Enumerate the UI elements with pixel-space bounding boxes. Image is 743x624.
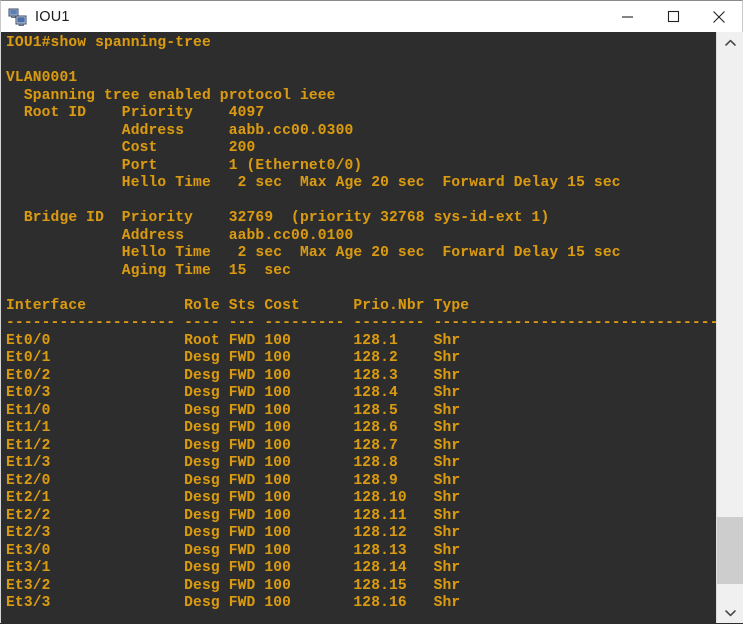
chevron-down-icon <box>724 610 736 617</box>
terminal-screen[interactable]: IOU1#show spanning-tree VLAN0001 Spannin… <box>0 32 743 624</box>
putty-terminal-window: IOU1 IOU1#show spanning-tree VLAN0001 Sp… <box>0 0 743 624</box>
minimize-button[interactable] <box>604 1 650 32</box>
maximize-button[interactable] <box>650 1 696 32</box>
scroll-up-button[interactable] <box>717 32 743 54</box>
vertical-scrollbar[interactable] <box>716 32 743 624</box>
terminal-output: IOU1#show spanning-tree VLAN0001 Spannin… <box>6 35 716 611</box>
scrollbar-thumb[interactable] <box>717 517 743 584</box>
close-button[interactable] <box>696 1 742 32</box>
title-bar[interactable]: IOU1 <box>0 0 743 32</box>
chevron-up-icon <box>724 39 736 46</box>
minimize-icon <box>621 16 633 18</box>
maximize-icon <box>667 10 679 23</box>
scroll-down-button[interactable] <box>717 602 743 624</box>
terminal-text-area[interactable]: IOU1#show spanning-tree VLAN0001 Spannin… <box>1 32 716 624</box>
close-icon <box>713 10 725 23</box>
window-title: IOU1 <box>35 8 70 25</box>
network-computer-icon <box>8 7 28 27</box>
scrollbar-track[interactable] <box>717 54 743 602</box>
